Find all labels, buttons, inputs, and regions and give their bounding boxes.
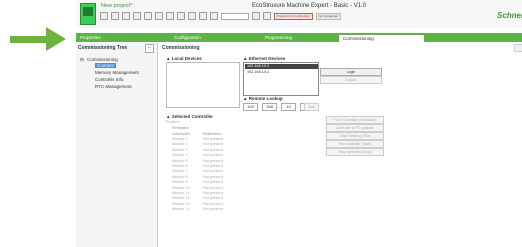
module-name: Module 11	[172, 191, 190, 195]
tab-programming[interactable]: Programming	[265, 34, 292, 42]
module-status: Not present	[203, 137, 223, 141]
module-status: Not present	[203, 174, 223, 179]
copy-icon[interactable]	[155, 12, 163, 20]
undo-icon[interactable]	[177, 12, 185, 20]
annotation-arrow-shaft	[10, 36, 48, 43]
ethernet-device-item[interactable]: 192.168.10.2	[245, 64, 318, 69]
tab-configuration[interactable]: Configuration	[174, 34, 201, 42]
module-status: Not present	[203, 207, 223, 212]
module-name: Module 13	[172, 201, 190, 206]
module-name: Module 5	[172, 158, 188, 163]
new-file-icon[interactable]	[100, 12, 108, 20]
product-label: Product	[166, 120, 180, 124]
module-name: Module 14	[172, 207, 190, 212]
module-name: Module 10	[172, 185, 190, 190]
tree-item-connect[interactable]: Connect	[95, 63, 116, 68]
module-status: Not present	[203, 201, 223, 206]
brand-logo: Schnei	[497, 11, 522, 20]
tree-item-memory-management[interactable]: Memory Management	[95, 70, 139, 75]
redo-icon[interactable]	[188, 12, 196, 20]
module-name: Module 9	[172, 180, 188, 185]
module-name: Module 7	[172, 169, 188, 174]
stop-controller-button[interactable]: Stop controller (Stop)	[326, 148, 384, 156]
firmware-label: Firmware	[172, 126, 189, 130]
selected-controller-title: ▲ Selected Controller	[166, 114, 213, 119]
tree-item-controller-info[interactable]: Controller Info.	[95, 77, 125, 82]
module-status: Not present	[203, 142, 223, 147]
module-name: Module 6	[172, 164, 188, 168]
tab-commissioning[interactable]: Commissioning	[339, 34, 424, 43]
panel-title: Commissioning Tree	[78, 45, 128, 51]
collapse-button[interactable]: −	[145, 44, 154, 53]
build-icon[interactable]	[199, 12, 207, 20]
annotation-arrow-icon	[46, 27, 66, 51]
tree-item-commissioning[interactable]: Commissioning	[87, 57, 118, 62]
settings-icon[interactable]	[210, 12, 218, 20]
module-status: Not present	[203, 164, 223, 168]
tree-item-rtc-management[interactable]: RTC Management	[95, 84, 132, 89]
remote-lookup-title: ▲ Remote Lookup	[243, 96, 283, 101]
zoom-field[interactable]	[221, 12, 249, 20]
login-button[interactable]: Login	[320, 68, 382, 76]
module-name: Module 1	[172, 137, 188, 141]
flash-leds-button[interactable]: Start Flashing LEDs	[326, 132, 384, 140]
main-title: Commissioning	[162, 45, 200, 51]
cut-icon[interactable]	[144, 12, 152, 20]
run-controller-button[interactable]: Run controller (Start)	[326, 140, 384, 148]
local-devices-label: Local Devices	[171, 56, 202, 61]
module-status: Not present	[203, 158, 223, 163]
login-icon[interactable]	[252, 12, 260, 20]
remote-lookup-label: Remote Lookup	[248, 96, 283, 101]
connection-status-badge: Not connected	[315, 12, 341, 20]
module-name: Module 8	[172, 174, 188, 179]
selected-controller-label: Selected Controller	[171, 114, 213, 119]
reference-column-header: Reference	[203, 132, 222, 136]
app-title: EcoStruxure Machine Expert - Basic - V1.…	[252, 3, 367, 9]
module-status: Not present	[203, 169, 223, 174]
module-status: Not present	[203, 153, 223, 158]
local-devices-title: ▲ Local Devices	[166, 56, 202, 61]
open-file-icon[interactable]	[111, 12, 119, 20]
logout-button[interactable]: Logout	[320, 76, 382, 84]
module-status: Not present	[203, 185, 223, 190]
add-button[interactable]: Add	[304, 103, 319, 111]
controller-column-header: Controller	[172, 132, 191, 136]
ip-octet-1[interactable]: 192	[243, 103, 258, 111]
download-button[interactable]: PC to Controller (download)	[326, 116, 384, 124]
module-status: Not present	[203, 196, 223, 201]
save-icon[interactable]	[122, 12, 130, 20]
tab-properties[interactable]: Properties	[80, 34, 101, 42]
print-icon[interactable]	[133, 12, 141, 20]
ethernet-devices-title: ▲ Ethernet Devices	[243, 56, 286, 61]
ethernet-device-item[interactable]: 192.168.10.1	[245, 70, 318, 75]
ethernet-devices-label: Ethernet Devices	[248, 56, 286, 61]
module-name: Module 2	[172, 142, 188, 147]
program-error-badge: Program errors detected	[274, 12, 313, 20]
module-status: Not present	[203, 180, 223, 185]
module-name: Module 12	[172, 196, 190, 201]
module-status: Not present	[203, 147, 223, 152]
tab-bar	[76, 33, 522, 42]
module-status: Not present	[203, 191, 223, 195]
project-name: New project*	[101, 3, 133, 9]
app-logo-icon	[80, 3, 96, 25]
stop-icon[interactable]	[263, 12, 271, 20]
tree-expand-icon[interactable]: ⊟	[80, 57, 84, 63]
ip-dot: .	[277, 104, 279, 109]
local-devices-list[interactable]	[166, 62, 240, 108]
ip-dot: .	[258, 104, 260, 109]
toolbar: Program errors detected Not connected	[100, 12, 341, 20]
ip-dot: .	[296, 104, 298, 109]
module-name: Module 4	[172, 153, 188, 158]
ip-octet-2[interactable]: 168	[262, 103, 277, 111]
ip-octet-3[interactable]: 10	[281, 103, 296, 111]
panel-scroll-button[interactable]	[514, 44, 522, 52]
module-name: Module 3	[172, 147, 188, 152]
upload-button[interactable]: Controller to PC (upload)	[326, 124, 384, 132]
paste-icon[interactable]	[166, 12, 174, 20]
